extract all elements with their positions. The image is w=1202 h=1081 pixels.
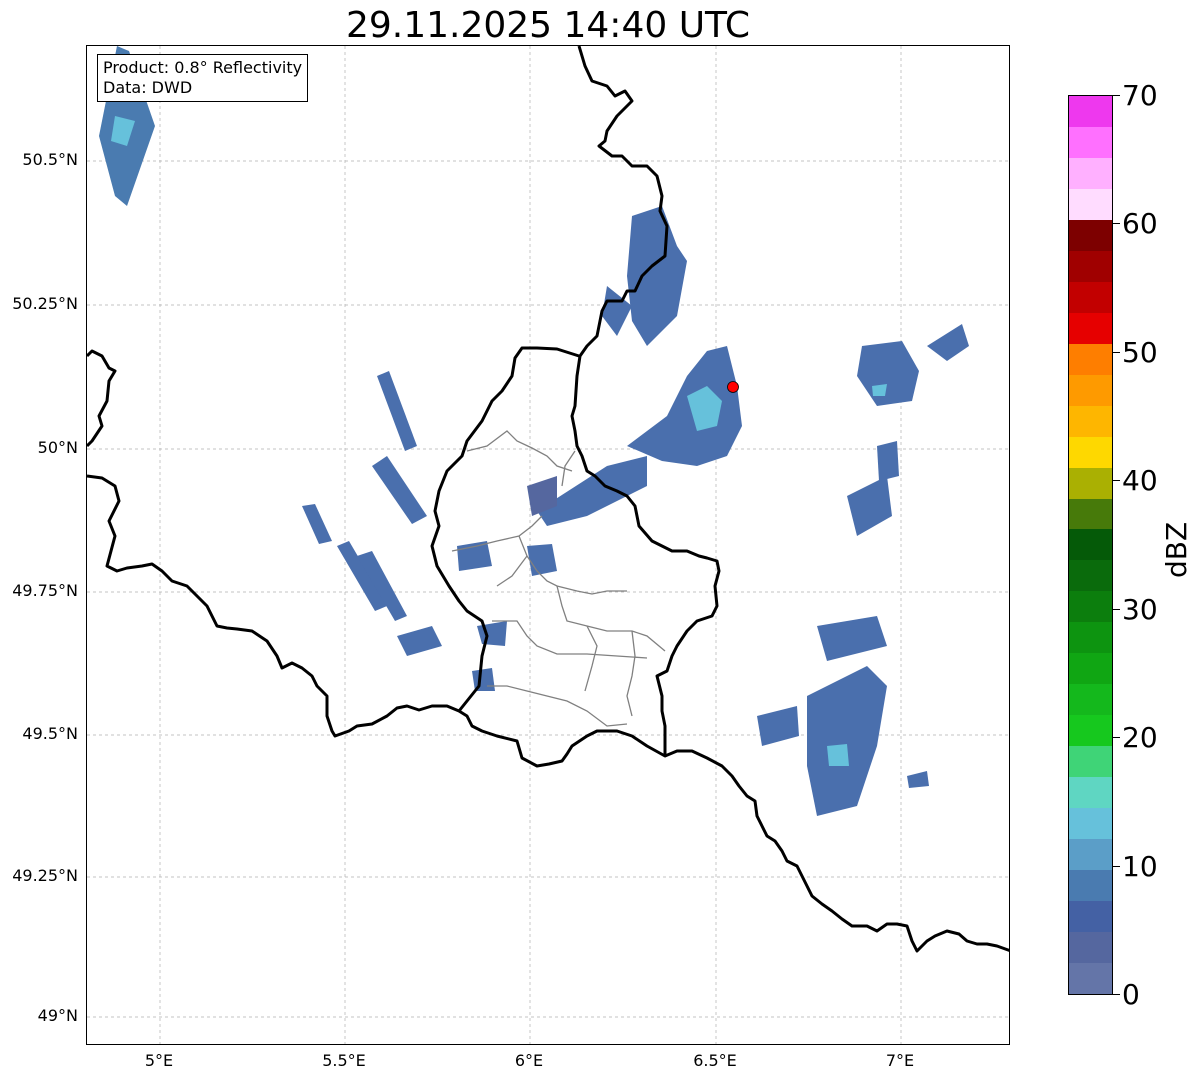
- colorbar-segment: [1069, 963, 1112, 994]
- echo-bands-west: [302, 371, 442, 656]
- colorbar-tickmark: [1113, 609, 1120, 610]
- district-line-8: [496, 555, 528, 587]
- y-tick-label: 50.25°N: [12, 294, 78, 313]
- district-line-4: [556, 585, 666, 652]
- district-line-1: [466, 430, 573, 472]
- colorbar-tick-label: 30: [1122, 593, 1158, 626]
- colorbar-segment: [1069, 188, 1112, 220]
- colorbar-segment: [1069, 343, 1112, 375]
- y-tick-label: 49°N: [37, 1006, 78, 1025]
- border-luxembourg-west: [430, 346, 580, 712]
- colorbar-segment: [1069, 653, 1112, 685]
- colorbar-tick-label: 70: [1122, 79, 1158, 112]
- y-tick-label: 50°N: [37, 438, 78, 457]
- colorbar-segment: [1069, 777, 1112, 809]
- colorbar-segment: [1069, 560, 1112, 592]
- colorbar-tickmark: [1113, 352, 1120, 353]
- y-tick-label: 49.25°N: [12, 866, 78, 885]
- x-tick-label: 5°E: [144, 1051, 174, 1070]
- colorbar-tickmark: [1113, 223, 1120, 224]
- colorbar-segment: [1069, 901, 1112, 933]
- colorbar-segment: [1069, 312, 1112, 344]
- radar-map[interactable]: [86, 45, 1010, 1045]
- echo-cluster-southeast: [757, 441, 929, 816]
- colorbar-segment: [1069, 405, 1112, 437]
- colorbar-segment: [1069, 684, 1112, 716]
- map-canvas: [87, 46, 1009, 1044]
- colorbar-segment: [1069, 870, 1112, 902]
- colorbar-segment: [1069, 839, 1112, 871]
- border-france-belgium: [87, 349, 117, 448]
- y-tick-label: 50.5°N: [22, 150, 78, 169]
- colorbar-segment: [1069, 715, 1112, 747]
- colorbar-tick-label: 0: [1122, 978, 1140, 1011]
- dbz-colorbar: [1068, 95, 1113, 995]
- colorbar-segment: [1069, 746, 1112, 778]
- colorbar-segment: [1069, 622, 1112, 654]
- colorbar-tick-label: 10: [1122, 850, 1158, 883]
- district-line-6: [487, 685, 628, 727]
- colorbar-segment: [1069, 126, 1112, 158]
- colorbar-tick-label: 20: [1122, 721, 1158, 754]
- echo-cluster-radar: [527, 206, 742, 526]
- colorbar-label: dBZ: [1160, 521, 1193, 578]
- colorbar-segment: [1069, 281, 1112, 313]
- district-line-9: [584, 625, 598, 692]
- colorbar-segment: [1069, 529, 1112, 561]
- colorbar-segment: [1069, 498, 1112, 530]
- x-tick-label: 7°E: [885, 1051, 915, 1070]
- colorbar-tick-label: 60: [1122, 207, 1158, 240]
- colorbar-segment: [1069, 374, 1112, 406]
- colorbar-tickmark: [1113, 480, 1120, 481]
- colorbar-tick-label: 50: [1122, 336, 1158, 369]
- colorbar-tickmark: [1113, 994, 1120, 995]
- colorbar-tick-label: 40: [1122, 464, 1158, 497]
- colorbar-tickmark: [1113, 95, 1120, 96]
- product-info-box: Product: 0.8° Reflectivity Data: DWD: [97, 54, 309, 102]
- colorbar-segment: [1069, 591, 1112, 623]
- y-tick-label: 49.5°N: [22, 724, 78, 743]
- map-title: 29.11.2025 14:40 UTC: [345, 5, 751, 46]
- colorbar-segment: [1069, 436, 1112, 468]
- y-tick-label: 49.75°N: [12, 581, 78, 600]
- colorbar-tickmark: [1113, 866, 1120, 867]
- colorbar-segment: [1069, 95, 1112, 127]
- colorbar-segment: [1069, 808, 1112, 840]
- colorbar-segment: [1069, 250, 1112, 282]
- product-label: Product: 0.8° Reflectivity: [103, 58, 303, 77]
- radar-echoes: [99, 46, 969, 816]
- district-line-10: [626, 630, 636, 717]
- colorbar-tickmark: [1113, 737, 1120, 738]
- radar-site-marker: [727, 381, 739, 393]
- x-tick-label: 6.5°E: [693, 1051, 737, 1070]
- district-line-5: [492, 620, 648, 659]
- colorbar-segment: [1069, 157, 1112, 189]
- colorbar-segment: [1069, 467, 1112, 499]
- echo-cluster-northeast: [857, 324, 969, 406]
- data-source-label: Data: DWD: [103, 78, 193, 97]
- x-tick-label: 5.5°E: [322, 1051, 366, 1070]
- x-tick-label: 6°E: [514, 1051, 544, 1070]
- colorbar-segment: [1069, 219, 1112, 251]
- colorbar-segment: [1069, 932, 1112, 964]
